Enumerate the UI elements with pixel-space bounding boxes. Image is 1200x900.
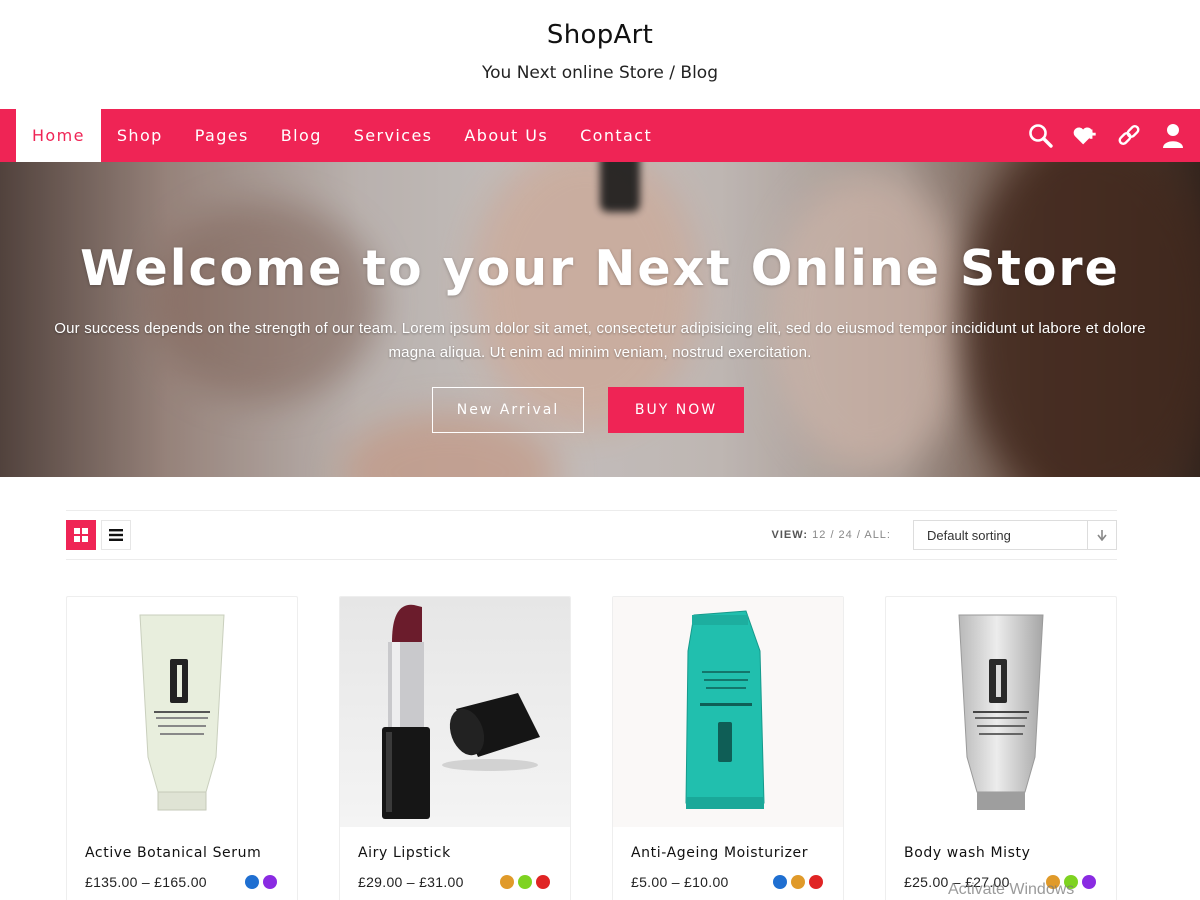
product-image[interactable] <box>340 597 570 827</box>
hero-title: Welcome to your Next Online Store <box>80 240 1120 297</box>
site-tagline: You Next online Store / Blog <box>481 63 719 83</box>
user-icon[interactable] <box>1160 123 1186 149</box>
new-arrival-button[interactable]: New Arrival <box>432 387 584 433</box>
product-name[interactable]: Airy Lipstick <box>358 845 451 861</box>
search-icon[interactable] <box>1028 123 1054 149</box>
hero-text: Our success depends on the strength of o… <box>54 320 1146 361</box>
grid-icon <box>74 528 88 542</box>
nav-item-shop[interactable]: Shop <box>101 109 179 162</box>
nav-item-about-us[interactable]: About Us <box>448 109 564 162</box>
nav-item-contact[interactable]: Contact <box>564 109 668 162</box>
grid-view-button[interactable] <box>66 520 96 550</box>
os-activation-watermark: Activate Windows <box>948 881 1075 898</box>
product-image[interactable] <box>613 597 843 827</box>
list-icon <box>109 529 123 541</box>
sort-dropdown[interactable]: Default sorting <box>913 520 1117 550</box>
link-icon[interactable] <box>1116 123 1142 149</box>
product-grid: Active Botanical Serum £135.00 – £165.00… <box>66 596 1117 900</box>
view-count-options[interactable]: 12 / 24 / ALL: <box>812 529 891 541</box>
arrow-down-icon[interactable] <box>1087 521 1116 549</box>
nav-item-blog[interactable]: Blog <box>265 109 338 162</box>
view-count: VIEW: 12 / 24 / ALL: <box>772 529 891 541</box>
nav-menu: Home Shop Pages Blog Services About Us C… <box>16 109 668 162</box>
main-navbar: Home Shop Pages Blog Services About Us C… <box>0 109 1200 162</box>
list-view-button[interactable] <box>101 520 131 550</box>
product-name[interactable]: Anti-Ageing Moisturizer <box>631 845 808 861</box>
color-swatch[interactable] <box>809 875 823 889</box>
nav-item-home[interactable]: Home <box>16 109 101 162</box>
color-swatch[interactable] <box>245 875 259 889</box>
product-name[interactable]: Body wash Misty <box>904 845 1030 861</box>
product-price: £29.00 – £31.00 <box>358 874 464 890</box>
color-swatches <box>773 875 823 889</box>
product-card[interactable]: Body wash Misty £25.00 – £27.00 <box>885 596 1117 900</box>
product-image[interactable] <box>67 597 297 827</box>
view-label: VIEW: <box>771 529 809 541</box>
color-swatch[interactable] <box>536 875 550 889</box>
site-title[interactable]: ShopArt <box>0 20 1200 50</box>
nav-icon-group <box>1028 123 1186 149</box>
hero-banner: Welcome to your Next Online Store Our su… <box>0 162 1200 477</box>
product-card[interactable]: Anti-Ageing Moisturizer £5.00 – £10.00 <box>612 596 844 900</box>
color-swatches <box>500 875 550 889</box>
product-price: £5.00 – £10.00 <box>631 874 729 890</box>
buy-now-button[interactable]: BUY NOW <box>608 387 744 433</box>
color-swatch[interactable] <box>500 875 514 889</box>
product-price: £135.00 – £165.00 <box>85 874 207 890</box>
color-swatch[interactable] <box>518 875 532 889</box>
color-swatch[interactable] <box>1082 875 1096 889</box>
product-image[interactable] <box>886 597 1116 827</box>
site-header: ShopArt You Next online Store / Blog <box>0 0 1200 109</box>
hero-content: Welcome to your Next Online Store Our su… <box>0 162 1200 477</box>
nav-item-services[interactable]: Services <box>338 109 449 162</box>
hero-buttons: New Arrival BUY NOW <box>0 387 1200 433</box>
color-swatch[interactable] <box>263 875 277 889</box>
color-swatch[interactable] <box>773 875 787 889</box>
nav-item-pages[interactable]: Pages <box>179 109 265 162</box>
wishlist-heart-icon[interactable] <box>1072 123 1098 149</box>
color-swatch[interactable] <box>791 875 805 889</box>
product-card[interactable]: Airy Lipstick £29.00 – £31.00 <box>339 596 571 900</box>
sort-selected-value: Default sorting <box>927 527 1011 543</box>
product-name[interactable]: Active Botanical Serum <box>85 845 261 861</box>
product-card[interactable]: Active Botanical Serum £135.00 – £165.00 <box>66 596 298 900</box>
shop-toolbar: VIEW: 12 / 24 / ALL: Default sorting <box>66 510 1117 560</box>
color-swatches <box>245 875 277 889</box>
